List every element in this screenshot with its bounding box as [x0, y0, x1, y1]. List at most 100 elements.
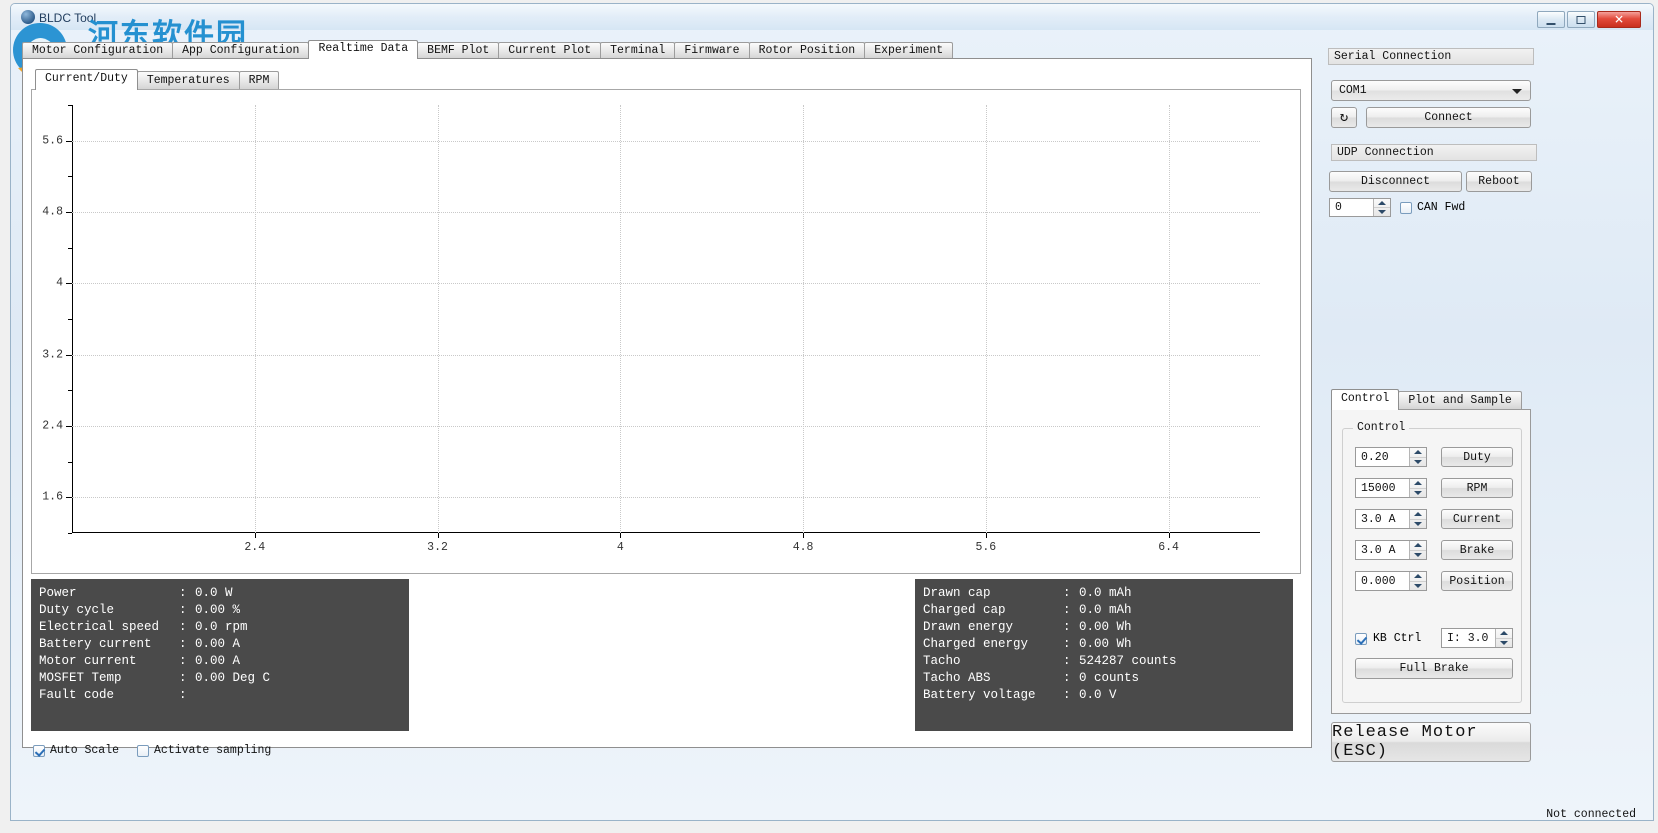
- duty-value: 0.20: [1361, 450, 1389, 464]
- status-row-value: 0.00 A: [195, 637, 241, 651]
- main-tab-current-plot[interactable]: Current Plot: [498, 42, 602, 59]
- udp-connection-group-header: UDP Connection: [1331, 144, 1537, 161]
- status-row: Drawn cap:0.0 mAh: [923, 585, 1285, 602]
- activate-sampling-checkbox-box[interactable]: [137, 744, 150, 757]
- refresh-ports-button[interactable]: ↻: [1331, 107, 1357, 128]
- brake-value: 3.0 A: [1361, 543, 1396, 557]
- main-tab-firmware[interactable]: Firmware: [674, 42, 750, 59]
- serial-port-select[interactable]: COM1: [1331, 80, 1531, 101]
- main-tab-label: BEMF Plot: [427, 44, 490, 57]
- main-tab-realtime-data[interactable]: Realtime Data: [308, 40, 419, 59]
- control-tab-control[interactable]: Control: [1331, 389, 1400, 410]
- sub-tab-rpm[interactable]: RPM: [238, 71, 280, 90]
- brake-button[interactable]: Brake: [1441, 540, 1513, 560]
- main-tab-experiment[interactable]: Experiment: [864, 42, 954, 59]
- main-tab-label: Firmware: [684, 44, 740, 57]
- main-tab-terminal[interactable]: Terminal: [600, 42, 676, 59]
- plot-option-row: Auto Scale Activate sampling: [33, 744, 271, 757]
- udp-reboot-button[interactable]: Reboot: [1466, 171, 1532, 192]
- connect-button[interactable]: Connect: [1366, 107, 1531, 128]
- y-axis-minor-tick: [68, 461, 72, 463]
- current-button[interactable]: Current: [1441, 509, 1513, 529]
- udp-disconnect-button[interactable]: Disconnect: [1329, 171, 1462, 192]
- x-axis-tick: [437, 533, 439, 538]
- main-tab-app-configuration[interactable]: App Configuration: [172, 42, 310, 59]
- x-gridline: [985, 105, 987, 533]
- sub-tab-current-duty[interactable]: Current/Duty: [35, 69, 138, 90]
- duty-value-spinner[interactable]: 0.20: [1355, 447, 1427, 467]
- brake-increment[interactable]: [1410, 541, 1426, 551]
- rpm-button[interactable]: RPM: [1441, 478, 1513, 498]
- maximize-button[interactable]: [1567, 11, 1595, 28]
- position-button[interactable]: Position: [1441, 571, 1513, 591]
- position-value-spinner[interactable]: 0.000: [1355, 571, 1427, 591]
- brake-spinner-buttons[interactable]: [1409, 541, 1426, 559]
- status-row: Duty cycle:0.00 %: [39, 602, 401, 619]
- x-axis-tick: [254, 533, 256, 538]
- rpm-value-spinner[interactable]: 15000: [1355, 478, 1427, 498]
- rpm-spinner-buttons[interactable]: [1409, 479, 1426, 497]
- status-row-separator: :: [1063, 654, 1071, 668]
- main-tab-rotor-position[interactable]: Rotor Position: [748, 42, 866, 59]
- y-axis-tick: [66, 283, 72, 285]
- control-tab-plot-and-sample[interactable]: Plot and Sample: [1398, 391, 1522, 410]
- kb-ctrl-checkbox[interactable]: KB Ctrl: [1355, 632, 1421, 645]
- auto-scale-checkbox-box[interactable]: [33, 744, 45, 757]
- can-id-increment[interactable]: [1374, 199, 1390, 208]
- duty-button[interactable]: Duty: [1441, 447, 1513, 467]
- app-logo-icon: [21, 10, 35, 24]
- status-row-value: 0.00 Deg C: [195, 671, 271, 685]
- current-value-spinner[interactable]: 3.0 A: [1355, 509, 1427, 529]
- kb-current-spinner[interactable]: I: 3.0 A: [1441, 628, 1513, 648]
- status-row-separator: :: [1063, 620, 1071, 634]
- status-row-separator: :: [1063, 688, 1071, 702]
- can-fwd-checkbox[interactable]: CAN Fwd: [1400, 201, 1465, 214]
- main-tab-motor-configuration[interactable]: Motor Configuration: [22, 42, 174, 59]
- current-spinner-buttons[interactable]: [1409, 510, 1426, 528]
- full-brake-button[interactable]: Full Brake: [1355, 658, 1513, 679]
- brake-decrement[interactable]: [1410, 551, 1426, 560]
- rpm-increment[interactable]: [1410, 479, 1426, 489]
- auto-scale-checkbox[interactable]: Auto Scale: [33, 744, 119, 757]
- current-increment[interactable]: [1410, 510, 1426, 520]
- realtime-data-panel: Current/Duty Temperatures RPM 1.6 2.4 3.2 4 4.…: [22, 58, 1312, 757]
- main-tab-bemf-plot[interactable]: BEMF Plot: [417, 42, 500, 59]
- position-spinner-buttons[interactable]: [1409, 572, 1426, 590]
- can-id-decrement[interactable]: [1374, 208, 1390, 216]
- kb-ctrl-checkbox-box[interactable]: [1355, 632, 1367, 645]
- can-id-spinner[interactable]: 0: [1329, 198, 1391, 217]
- kb-current-increment[interactable]: [1496, 629, 1512, 639]
- motor-status-readout: Power:0.0 W Duty cycle:0.00 % Electrical s…: [31, 579, 409, 731]
- status-row-key: Tacho ABS: [923, 671, 991, 685]
- main-tab-label: Terminal: [610, 44, 666, 57]
- can-id-spinner-buttons[interactable]: [1373, 199, 1390, 216]
- rpm-decrement[interactable]: [1410, 489, 1426, 498]
- status-row-value: 0.0 mAh: [1079, 586, 1132, 600]
- status-row-value: 524287 counts: [1079, 654, 1177, 668]
- current-decrement[interactable]: [1410, 520, 1426, 529]
- kb-current-decrement[interactable]: [1496, 639, 1512, 648]
- duty-increment[interactable]: [1410, 448, 1426, 458]
- kb-ctrl-label: KB Ctrl: [1373, 632, 1422, 645]
- sub-tab-temperatures[interactable]: Temperatures: [136, 71, 240, 90]
- status-row-separator: :: [179, 688, 187, 702]
- x-axis-tick-label: 4.8: [792, 541, 814, 554]
- duty-decrement[interactable]: [1410, 458, 1426, 467]
- activate-sampling-checkbox[interactable]: Activate sampling: [137, 744, 271, 757]
- release-motor-button[interactable]: Release Motor (ESC): [1331, 722, 1531, 762]
- position-decrement[interactable]: [1410, 582, 1426, 591]
- serial-port-value: COM1: [1339, 84, 1367, 97]
- brake-value-spinner[interactable]: 3.0 A: [1355, 540, 1427, 560]
- y-gridline: [72, 140, 1260, 142]
- y-axis-minor-tick: [68, 176, 72, 178]
- can-fwd-checkbox-box[interactable]: [1400, 201, 1412, 214]
- control-tab-strip: Control Plot and Sample: [1331, 389, 1522, 410]
- control-tab-content: Control 0.20 Duty 15000 RPM 3.0 A Current 3.0 …: [1331, 409, 1531, 714]
- kb-current-spinner-buttons[interactable]: [1495, 629, 1512, 647]
- current-duty-plot[interactable]: 1.6 2.4 3.2 4 4.8 5.6 2.4 3.2 4 4.8 5.6 6.4: [31, 89, 1301, 574]
- duty-spinner-buttons[interactable]: [1409, 448, 1426, 466]
- y-axis-minor-tick: [68, 533, 72, 534]
- position-increment[interactable]: [1410, 572, 1426, 582]
- close-button[interactable]: ✕: [1597, 11, 1641, 28]
- minimize-button[interactable]: [1537, 11, 1565, 28]
